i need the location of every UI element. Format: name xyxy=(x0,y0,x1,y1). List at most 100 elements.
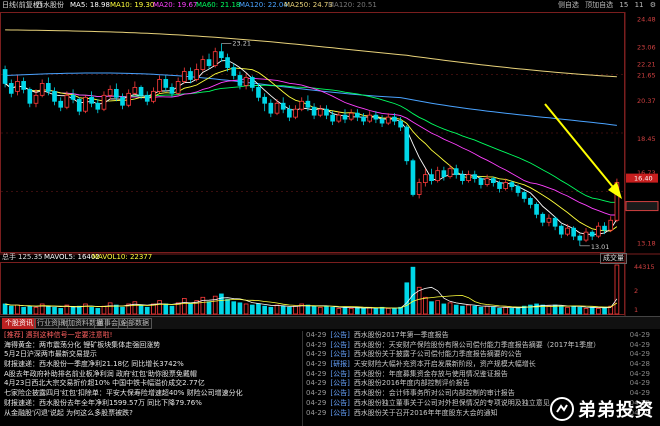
news-date: 04-29 xyxy=(306,350,327,359)
candle-body xyxy=(101,94,107,110)
ma5-line xyxy=(4,59,618,235)
price-tick-label: 20.37 xyxy=(637,97,656,105)
volume-label: 总手 xyxy=(2,253,16,261)
control-item[interactable]: 11 xyxy=(635,1,644,9)
candle-body xyxy=(200,59,206,70)
candle-body xyxy=(490,178,496,183)
ma20-value: MA20: 19.67 xyxy=(153,1,198,9)
candle-body xyxy=(181,71,187,82)
candle-body xyxy=(484,178,490,185)
news-row[interactable]: 04-29 [公告] 西水股份：年度募集资金存放与使用情况鉴证报告 04-29 xyxy=(306,370,654,380)
candle-body xyxy=(385,116,391,124)
left-news-list: [推荐] 遇到这种信号一定要注意啦! 海得黄金：两市震荡分化 锂矿板块集体走强回… xyxy=(4,331,300,418)
volume-bar xyxy=(583,308,589,315)
news-title[interactable]: 西水股份2016年度内部控制评价报告 xyxy=(354,379,470,387)
volume-bar xyxy=(367,306,373,315)
settings-icon[interactable]: ⚙ xyxy=(650,1,656,9)
candle-body xyxy=(546,217,552,223)
list-item[interactable]: [推荐] 遇到这种信号一定要注意啦! xyxy=(4,331,300,341)
volume-bar xyxy=(534,303,539,315)
watermark-text: 弟弟投资 xyxy=(578,400,654,421)
candle-body xyxy=(460,174,465,181)
ma60-line xyxy=(4,83,617,203)
news-title[interactable]: 西水股份：年度募集资金存放与使用情况鉴证报告 xyxy=(354,370,508,378)
list-item[interactable]: 5月2日沪深两市最新交易提示 xyxy=(4,350,300,360)
candle-body xyxy=(552,217,558,227)
candle-body xyxy=(287,108,292,118)
news-row[interactable]: 04-29 [公告] 西水股份2017年第一季度报告 04-29 xyxy=(306,331,654,341)
candle-body xyxy=(33,94,39,104)
candle-body xyxy=(206,59,212,66)
volume-bar xyxy=(571,305,576,315)
candle-body xyxy=(596,225,601,237)
mavol10-value: MAVOL10: 22377 xyxy=(92,253,153,261)
mavol5-line xyxy=(5,286,618,309)
list-item[interactable]: 4月23日西北大宗交易折价超10% 中国中铁卡幅溢价成交2.77亿 xyxy=(4,379,300,389)
news-title[interactable]: 西水股份独立董事关于公司对外担保情况的专项说明及独立意见 xyxy=(354,399,550,407)
volume-bar xyxy=(404,282,410,315)
control-item[interactable]: 顶加自选 xyxy=(585,1,613,9)
control-item[interactable]: 侧自选 xyxy=(558,1,579,9)
list-item[interactable]: 海得黄金：两市震荡分化 锂矿板块集体走强回涨势 xyxy=(4,341,300,351)
candle-body xyxy=(571,227,576,237)
candle-body xyxy=(293,108,298,118)
tab-stock-news[interactable]: 个股资讯 xyxy=(2,318,36,329)
price-tick-label: 22.21 xyxy=(637,60,656,68)
volume-bar xyxy=(460,305,465,315)
news-title[interactable]: 西水股份：会计师事务所对公司内部控制的审计报告 xyxy=(354,389,515,397)
kline-chart[interactable]: 23.21 13.01 24.48 23.06 22.21 21.65 20.37 18.4… xyxy=(0,12,660,316)
volume-bar xyxy=(101,305,107,315)
news-title[interactable]: 西水股份2017年第一季度报告 xyxy=(354,331,449,339)
candle-body xyxy=(577,235,583,241)
candle-body xyxy=(589,231,595,237)
list-item[interactable]: 财报速递：西水股份一季度净利21.18亿 同比增长3742% xyxy=(4,360,300,370)
volume-bar xyxy=(503,306,508,315)
news-row[interactable]: 04-29 [公告] 西水股份关于披露子公司偿付能力季度报告摘要的公告 04-29 xyxy=(306,350,654,360)
list-item[interactable]: 七家险企披露四月'红包'扣除单：平安大保寿险增速超40% 财险公司增速分化 xyxy=(4,389,300,399)
candle-body xyxy=(305,100,311,108)
volume-bar xyxy=(157,300,162,315)
candle-body xyxy=(27,88,33,104)
candle-body xyxy=(503,182,508,189)
candle-body xyxy=(348,112,354,120)
volume-bar xyxy=(305,304,311,315)
candle-body xyxy=(410,160,416,195)
volume-bar xyxy=(317,306,323,315)
ma60-value: MA60: 21.18 xyxy=(196,1,241,9)
candle-body xyxy=(324,108,329,116)
volume-bar xyxy=(132,301,138,315)
list-item[interactable]: A股去年政府补助排名前业板净利润 政府'红包'助你股票免戴帽 xyxy=(4,370,300,380)
news-row[interactable]: 04-29 [公告] 西水股份：天安财产保险股份有限公司偿付能力季度报告摘要（201… xyxy=(306,341,654,351)
candle-body xyxy=(8,83,14,94)
volume-dropdown[interactable]: 成交量 xyxy=(600,253,627,264)
volume-bar xyxy=(336,308,342,315)
candle-body xyxy=(515,186,521,193)
news-title[interactable]: 西水股份关于召开2016年年度股东大会的通知 xyxy=(354,409,498,417)
news-publish-date: 04-29 xyxy=(629,379,650,388)
list-item[interactable]: 从金融股'闪退'说起 为何这么多股票被跌? xyxy=(4,409,300,419)
news-title[interactable]: 西水股份关于披露子公司偿付能力季度报告摘要的公告 xyxy=(354,350,522,358)
volume-bar xyxy=(76,305,82,315)
news-title[interactable]: 天安财险大幅补充资本开启发展新阶段，资产规模大幅增长 xyxy=(354,360,536,368)
volume-bar xyxy=(231,301,237,315)
watermark-logo-icon xyxy=(550,397,574,421)
candle-body xyxy=(212,51,218,66)
news-tag: [公告] xyxy=(330,379,350,388)
candle-body xyxy=(76,98,82,112)
control-item[interactable]: 15 xyxy=(619,1,628,9)
news-row[interactable]: 04-29 [研报] 天安财险大幅补充资本开启发展新阶段，资产规模大幅增长 04-28 xyxy=(306,360,654,370)
volume-bar xyxy=(138,304,144,315)
price-tick-label: 23.06 xyxy=(637,44,656,52)
volume-bar xyxy=(546,305,552,315)
ma120-value: MA120: 22.04 xyxy=(239,1,288,9)
news-title[interactable]: 西水股份：天安财产保险股份有限公司偿付能力季度报告摘要（2017年1季度） xyxy=(354,341,600,349)
moving-average-lines xyxy=(4,29,618,235)
candle-body xyxy=(447,168,453,178)
candle-body xyxy=(39,83,45,96)
candle-body xyxy=(219,51,224,59)
list-item[interactable]: 财报速递：西水股份去年全年净利1599.57万 同比下降79.76% xyxy=(4,399,300,409)
news-row[interactable]: 04-29 [公告] 西水股份2016年度内部控制评价报告 04-29 xyxy=(306,379,654,389)
tab-all-data[interactable]: 全部数据 xyxy=(118,318,152,329)
candle-body xyxy=(392,116,397,122)
volume-bar xyxy=(256,303,261,315)
